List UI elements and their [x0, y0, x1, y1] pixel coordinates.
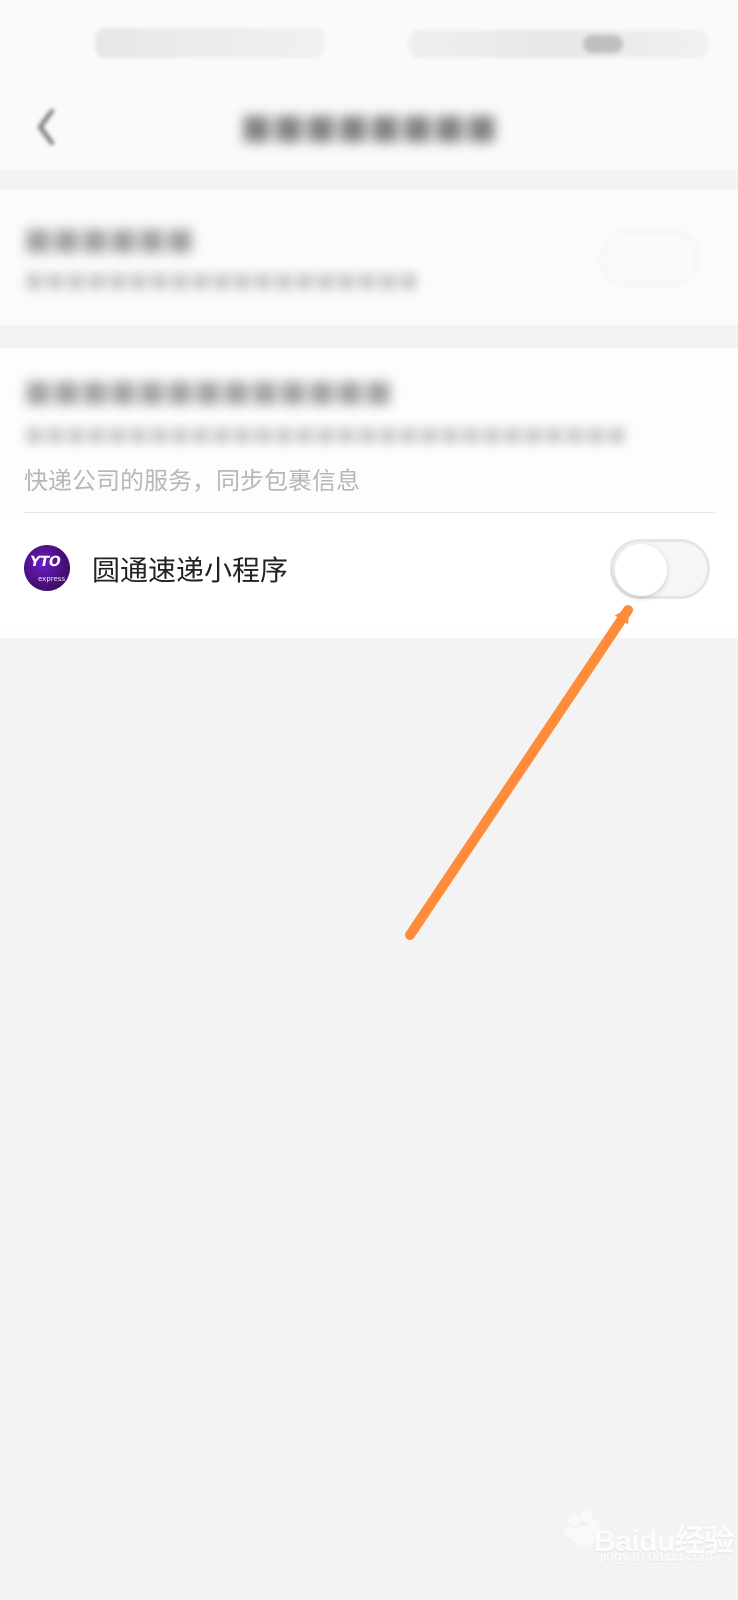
- status-left-cluster: [95, 28, 325, 58]
- app-screen: ■■■■■■■■ ■■■■■■ ■■■■■■■■■■■■■■■■■■■ ■■■■…: [0, 0, 738, 1600]
- card-2-desc-line-1-blurred: ■■■■■■■■■■■■■■■■■■■■■■■■■■■■■: [24, 422, 627, 447]
- paw-icon: [564, 1510, 600, 1546]
- page-title: ■■■■■■■■: [240, 107, 498, 147]
- status-right-cluster: [408, 30, 708, 58]
- baidu-jingyan-watermark: Baidu经验 jingyan.baidu.com: [560, 1500, 734, 1564]
- header-bar: ■■■■■■■■: [0, 85, 738, 170]
- top-area: ■■■■■■■■: [0, 0, 738, 170]
- card-2-title-blurred: ■■■■■■■■■■■■■: [24, 374, 393, 409]
- card-1-subtitle-blurred: ■■■■■■■■■■■■■■■■■■■: [24, 268, 419, 293]
- watermark-text: Baidu经验: [594, 1525, 734, 1558]
- watermark-domain: jingyan.baidu.com: [600, 1548, 713, 1564]
- yto-express-logo: YTO express: [24, 545, 70, 591]
- toggle-knob: [615, 544, 667, 596]
- settings-card-1: ■■■■■■ ■■■■■■■■■■■■■■■■■■■: [0, 190, 738, 325]
- card-1-title-blurred: ■■■■■■: [24, 222, 195, 257]
- logo-brand: YTO: [28, 554, 62, 570]
- mini-program-row[interactable]: YTO express 圆通速递小程序: [0, 513, 738, 626]
- back-chevron-icon[interactable]: [26, 103, 66, 151]
- battery-indicator: [583, 35, 623, 53]
- settings-card-2: ■■■■■■■■■■■■■ ■■■■■■■■■■■■■■■■■■■■■■■■■■…: [0, 348, 738, 638]
- card-2-desc-line-2: 快递公司的服务，同步包裹信息: [24, 467, 360, 495]
- mini-program-name: 圆通速递小程序: [92, 554, 289, 587]
- logo-tag: express: [38, 575, 66, 583]
- mini-program-toggle[interactable]: [610, 539, 710, 599]
- status-bar: [0, 0, 738, 85]
- card-1-toggle-blurred[interactable]: [600, 230, 700, 286]
